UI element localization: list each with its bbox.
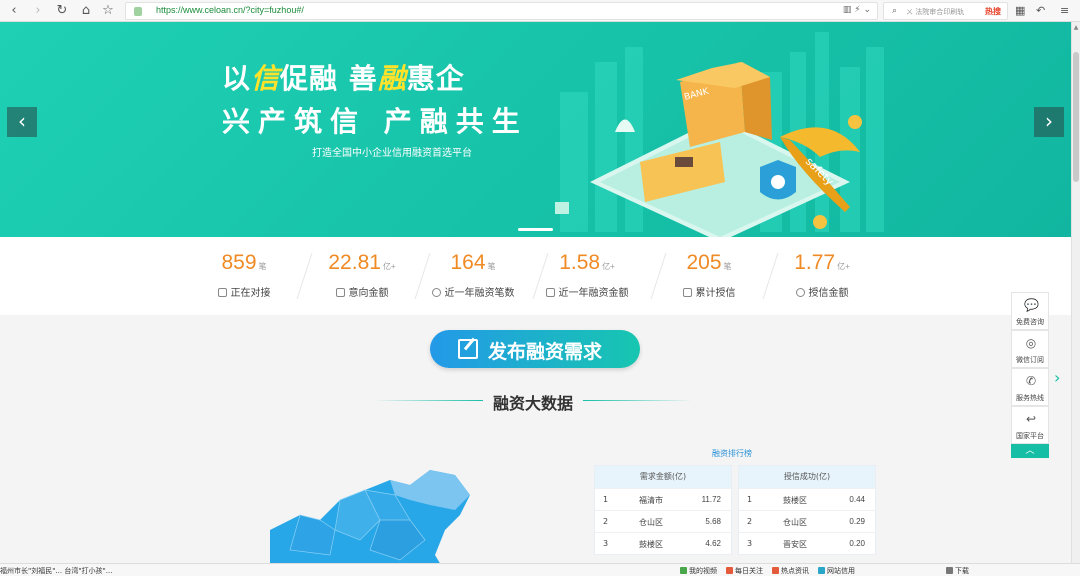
hot-search-label[interactable]: 热搜 (985, 6, 1001, 17)
national-platform-button[interactable]: ↩ 国家平台 (1011, 406, 1049, 444)
banner-slogan-line2: 兴产筑信 产融共生 (222, 105, 528, 138)
wechat-subscribe-button[interactable]: ◎ 微信订阅 (1011, 330, 1049, 368)
edit-icon (458, 339, 478, 359)
back-icon[interactable]: ‹ (6, 3, 22, 19)
table-row: 3 晋安区 0.20 (739, 532, 875, 554)
section-title: 融资大数据 (373, 390, 693, 413)
amount-icon (335, 288, 345, 297)
browser-toolbar: ‹ › ↻ ⌂ ☆ https://www.celoan.cn/?city=fu… (0, 0, 1080, 22)
service-hotline-button[interactable]: ✆ 服务热线 (1011, 368, 1049, 406)
section-title-text: 融资大数据 (492, 394, 573, 413)
undo-icon[interactable]: ↶ (1036, 4, 1045, 17)
stat-label: 近一年融资笔数 (414, 284, 532, 299)
banner-slogan-line1: 以信促融 善融惠企 (222, 62, 465, 95)
stat-label: 授信金额 (763, 284, 881, 299)
stat-value: 1.58 亿+ (559, 251, 615, 274)
banner-next-button[interactable]: › (1034, 107, 1064, 137)
send-icon (545, 288, 555, 297)
stat-value: 22.81 亿+ (328, 251, 396, 274)
chat-icon: 💬 (1024, 298, 1039, 312)
credit-ranking-table: 授信成功(亿) 1 鼓楼区 0.44 2 仓山区 0.29 3 晋安区 0.20 (738, 465, 876, 555)
fuzhou-region-map[interactable] (270, 460, 490, 563)
stat-value: 1.77 亿+ (794, 251, 850, 274)
stat-item: 164 笔 近一年融资笔数 (414, 237, 532, 315)
cycle-icon (431, 288, 441, 297)
table-row: 2 仓山区 0.29 (739, 510, 875, 532)
page-content: BANK safety ‹ › 以信促融 善融惠企 兴产筑信 产融共生 打造全国… (0, 22, 1071, 563)
title-line-right (583, 400, 693, 401)
flag-icon (682, 288, 692, 297)
stat-item: 205 笔 累计授信 (650, 237, 768, 315)
wechat-icon: ◎ (1025, 336, 1037, 350)
search-icon: ⌕ (892, 6, 898, 16)
forward-icon[interactable]: › (30, 3, 46, 19)
phone-icon: ✆ (1025, 374, 1037, 388)
stat-value: 205 笔 (686, 251, 732, 274)
stat-value: 859 笔 (221, 251, 267, 274)
title-line-left (373, 400, 483, 401)
table-header: 授信成功(亿) (739, 466, 875, 488)
stat-value: 164 笔 (450, 251, 496, 274)
table-row: 1 鼓楼区 0.44 (739, 488, 875, 510)
stat-item: 1.58 亿+ 近一年融资金额 (528, 237, 646, 315)
sidebar-label: 免费咨询 (1016, 318, 1044, 326)
reload-icon[interactable]: ↻ (54, 3, 70, 19)
address-url[interactable]: https://www.celoan.cn/?city=fuzhou#/ (156, 5, 304, 15)
browser-search-box[interactable]: ⌕ ㄨ 法院审合印刷轨 热搜 (883, 2, 1008, 20)
table-header: 需求金额(亿) (595, 466, 731, 488)
sidebar-label: 服务热线 (1016, 394, 1044, 402)
docking-icon (217, 288, 227, 297)
status-item[interactable]: 网站信用 (818, 566, 855, 576)
banner-subtitle: 打造全国中小企业信用融资首选平台 (312, 148, 472, 159)
banner-prev-button[interactable]: ‹ (7, 107, 37, 137)
return-icon: ↩ (1025, 412, 1037, 426)
status-item[interactable]: 热点资讯 (772, 566, 809, 576)
stat-label: 意向金额 (303, 284, 421, 299)
table-row: 3 鼓楼区 4.62 (595, 532, 731, 554)
publish-button-label: 发布融资需求 (488, 341, 603, 363)
table-row: 1 福清市 11.72 (595, 488, 731, 510)
stat-label: 累计授信 (650, 284, 768, 299)
sidebar-collapse-chevron-icon[interactable]: › (1054, 368, 1060, 387)
stat-item: 1.77 亿+ 授信金额 (763, 237, 881, 315)
address-bar[interactable]: https://www.celoan.cn/?city=fuzhou#/ ▥ ⚡… (125, 2, 878, 20)
secure-lock-icon (134, 7, 142, 16)
ranking-title: 融资排行榜 (712, 449, 752, 458)
stat-item: 859 笔 正在对接 (185, 237, 303, 315)
scroll-up-icon[interactable]: ▲ (1072, 24, 1080, 31)
menu-icon[interactable]: ≡ (1060, 4, 1069, 17)
hero-banner: BANK safety ‹ › 以信促融 善融惠企 兴产筑信 产融共生 打造全国… (0, 22, 1071, 237)
search-placeholder: ㄨ 法院审合印刷轨 (906, 8, 965, 16)
floating-sidebar: 💬 免费咨询 ◎ 微信订阅 ✆ 服务热线 ↩ 国家平台 ︿ (1011, 292, 1049, 458)
publish-financing-button[interactable]: 发布融资需求 (430, 330, 640, 368)
status-item[interactable]: 每日关注 (726, 566, 763, 576)
banner-pagination-indicator[interactable] (518, 228, 553, 231)
browser-status-bar: 福州市长"刘福民"... 台湾"打小孩"... 我的视频 每日关注 热点资讯 网… (0, 563, 1080, 576)
back-to-top-button[interactable]: ︿ (1011, 444, 1049, 458)
stat-label: 近一年融资金额 (528, 284, 646, 299)
credit-icon (795, 288, 805, 297)
status-item[interactable]: 我的视频 (680, 566, 717, 576)
home-icon[interactable]: ⌂ (78, 3, 94, 19)
bookmark-star-icon[interactable]: ☆ (100, 3, 116, 19)
grid-menu-icon[interactable]: ▦ (1015, 4, 1025, 17)
demand-ranking-table: 需求金额(亿) 1 福清市 11.72 2 仓山区 5.68 3 鼓楼区 4.62 (594, 465, 732, 555)
sidebar-label: 微信订阅 (1016, 356, 1044, 364)
sidebar-label: 国家平台 (1016, 432, 1044, 440)
scrollbar-thumb[interactable] (1073, 52, 1079, 182)
stat-label: 正在对接 (185, 284, 303, 299)
free-consult-button[interactable]: 💬 免费咨询 (1011, 292, 1049, 330)
statistics-strip: 859 笔 正在对接 22.81 亿+ 意向金额 164 笔 近一年融资笔数 1.58… (0, 237, 1071, 315)
stat-item: 22.81 亿+ 意向金额 (303, 237, 421, 315)
banner-illustration: BANK safety (555, 32, 884, 237)
address-actions[interactable]: ▥ ⚡ ⌄ (843, 5, 871, 15)
page-scrollbar[interactable]: ▲ (1071, 22, 1080, 563)
status-news-ticker[interactable]: 福州市长"刘福民"... 台湾"打小孩"... (0, 566, 112, 576)
status-item[interactable]: 下载 (946, 566, 969, 576)
table-row: 2 仓山区 5.68 (595, 510, 731, 532)
